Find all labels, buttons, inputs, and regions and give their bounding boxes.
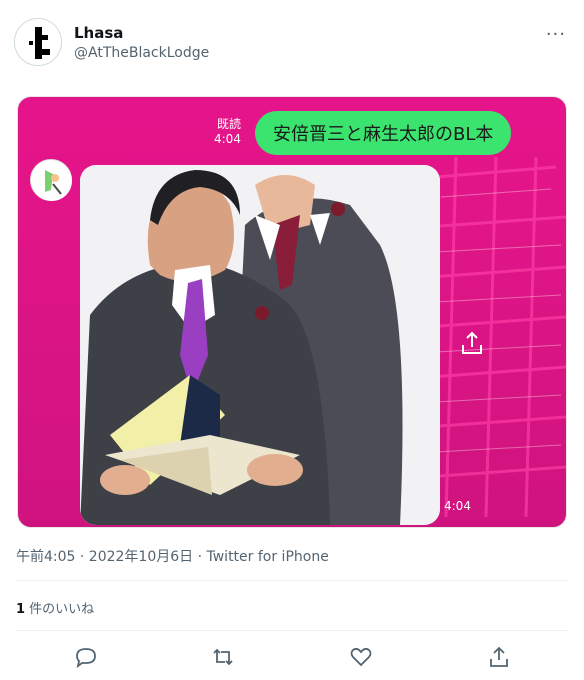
retweet-icon[interactable] [210, 644, 236, 670]
embedded-photo [80, 165, 440, 525]
likes-row[interactable]: 1 件のいいね [16, 598, 94, 617]
reply-icon[interactable] [73, 644, 99, 670]
tweet-timestamp[interactable]: 午前4:05 · 2022年10月6日 · Twitter for iPhone [16, 546, 329, 566]
like-icon[interactable] [348, 644, 374, 670]
image-time: 4:04 [444, 499, 471, 513]
likes-label: 件のいいね [25, 602, 95, 617]
author-name[interactable]: Lhasa [74, 24, 123, 42]
share-action-icon[interactable] [486, 644, 512, 670]
author-handle[interactable]: @AtTheBlackLodge [74, 45, 209, 61]
read-status-time: 4:04 [214, 132, 241, 146]
chat-avatar-icon [30, 159, 72, 201]
photo-illustration [80, 165, 440, 525]
read-status-label: 既読 [216, 117, 241, 131]
divider [16, 630, 568, 631]
chat-bubble: 安倍晋三と麻生太郎のBL本 [255, 111, 512, 155]
more-icon[interactable]: ··· [546, 24, 566, 45]
read-status: 既読 4:04 [214, 117, 241, 147]
avatar-art-icon [15, 19, 61, 65]
author-avatar[interactable] [14, 18, 62, 66]
divider [16, 580, 568, 581]
share-icon[interactable] [458, 329, 486, 357]
likes-count: 1 [16, 602, 26, 617]
grid-pattern [426, 157, 566, 517]
tweet-header: Lhasa @AtTheBlackLodge ··· [14, 18, 570, 70]
tweet-media[interactable]: 既読 4:04 安倍晋三と麻生太郎のBL本 4:04 [17, 96, 567, 528]
action-bar [0, 644, 584, 672]
